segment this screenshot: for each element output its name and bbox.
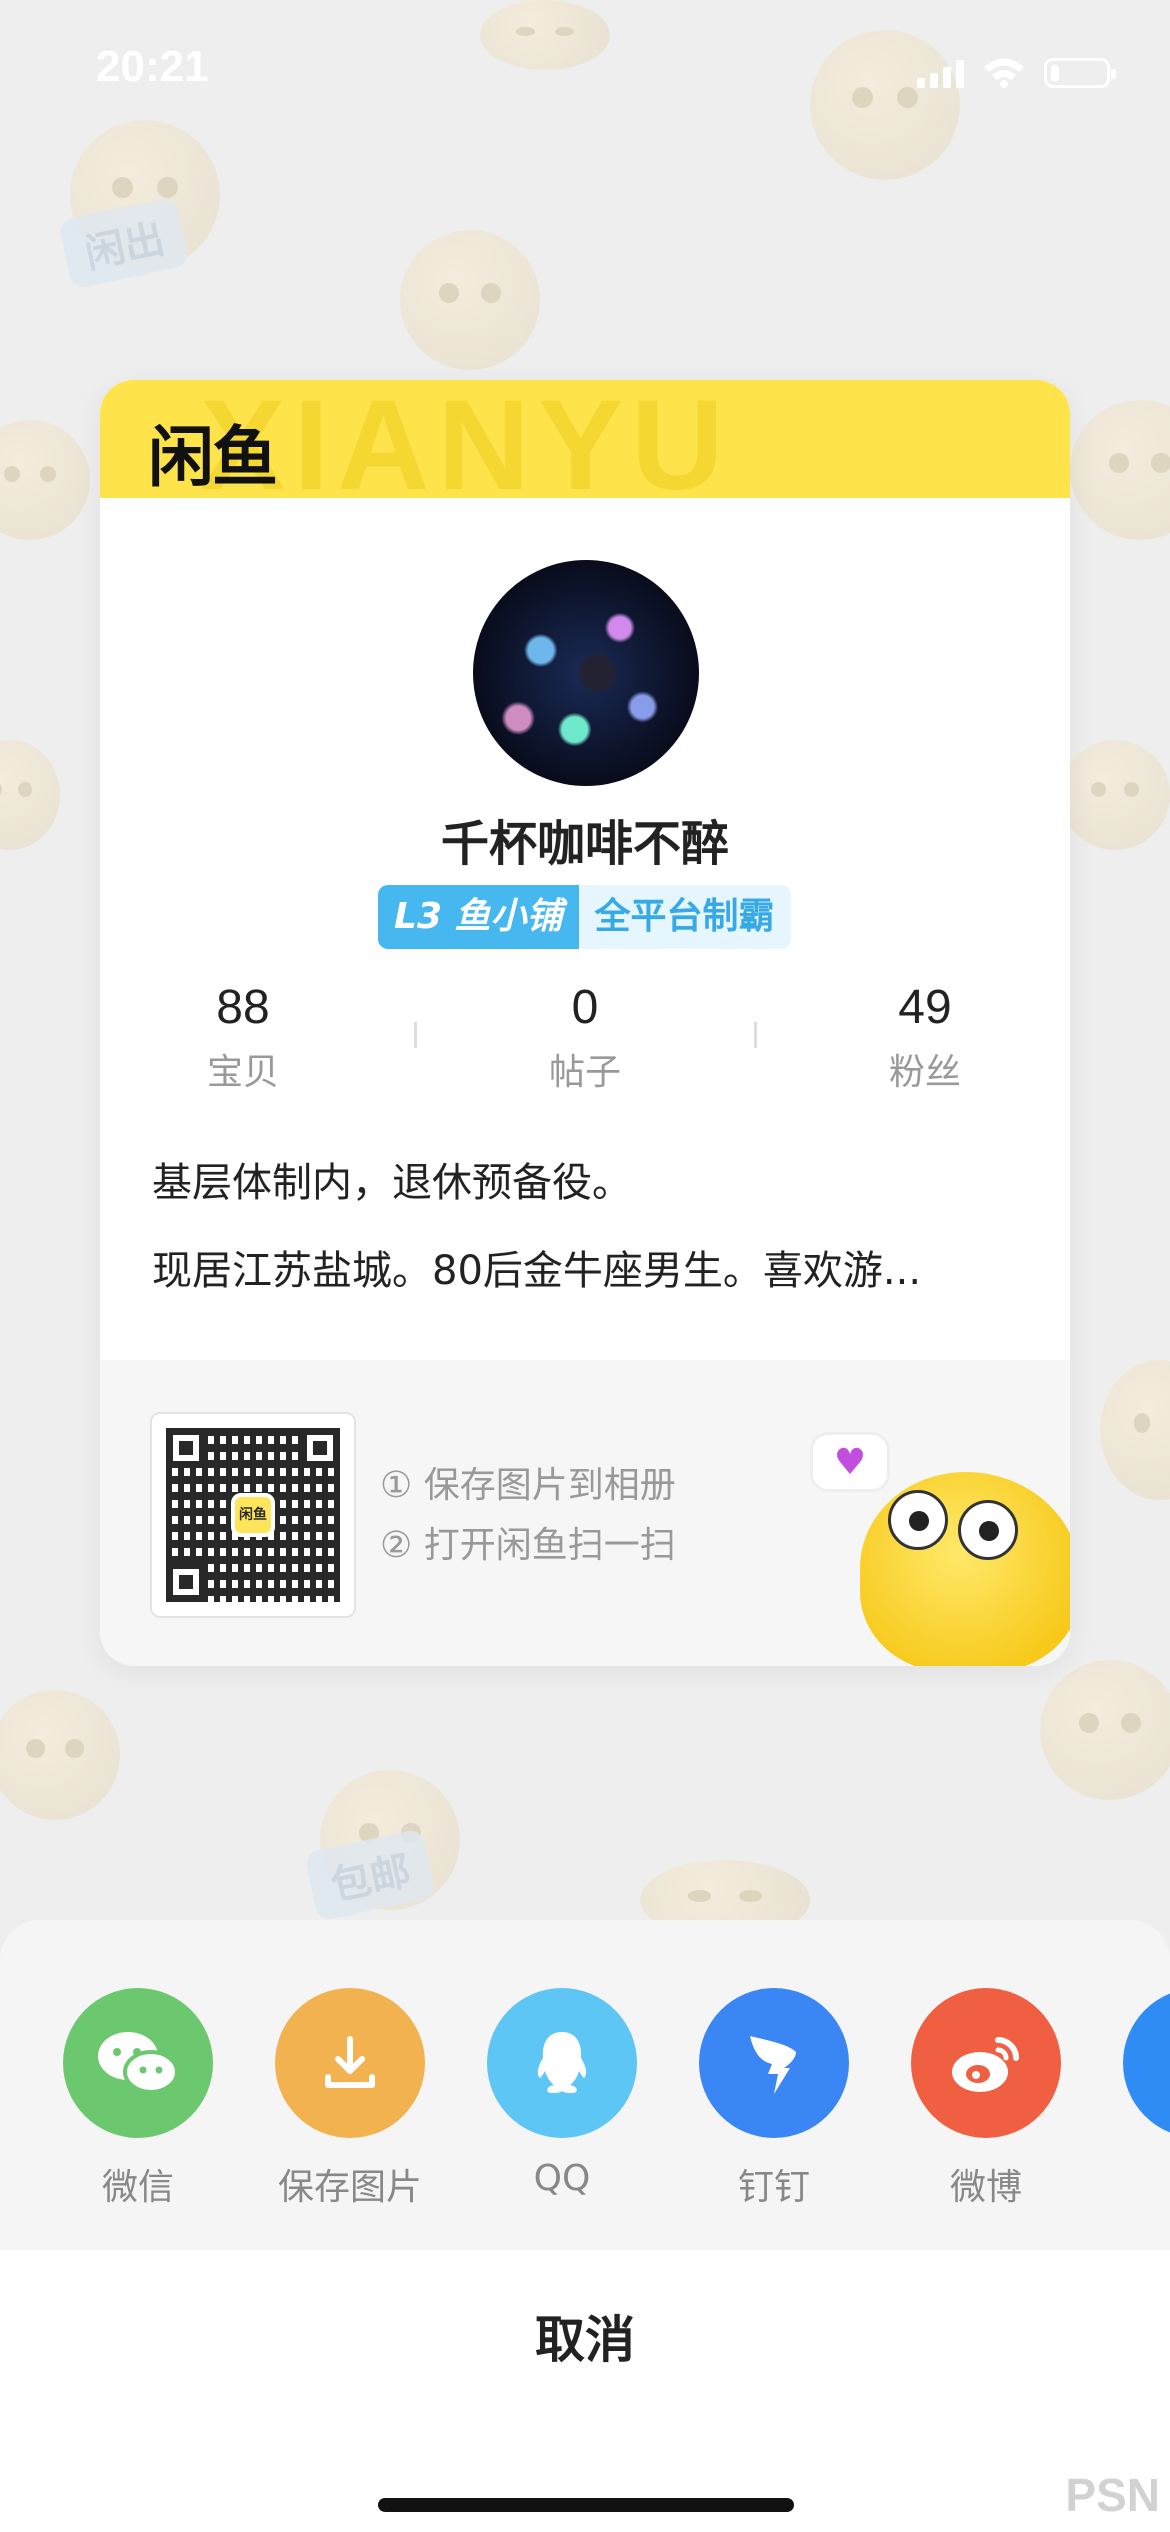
badge-rank: 全平台制霸 <box>578 885 791 949</box>
qr-pattern: 闲鱼 <box>166 1428 340 1602</box>
qr-instruction: ② 打开闲鱼扫一扫 <box>380 1525 676 1566</box>
emoji-sticker <box>1100 1360 1170 1500</box>
qr-section: 闲鱼 ① 保存图片到相册 ② 打开闲鱼扫一扫 ♥ <box>100 1360 1070 1666</box>
heart-icon: ♥ <box>833 1442 867 1483</box>
stat-divider <box>754 1022 757 1048</box>
download-glyph <box>325 2036 375 2088</box>
emoji-sticker <box>0 420 90 540</box>
stat-posts: 0 帖子 <box>475 980 695 1095</box>
emoji-sticker <box>1040 1660 1170 1800</box>
stat-items: 88 宝贝 <box>133 980 353 1095</box>
qr-finder <box>166 1562 206 1602</box>
stat-divider <box>414 1022 417 1048</box>
heart-bubble: ♥ <box>810 1432 890 1492</box>
alipay-icon <box>1123 1988 1170 2138</box>
qq-glyph <box>537 2032 587 2094</box>
qr-finder <box>300 1428 340 1468</box>
username: 千杯咖啡不醉 <box>440 816 729 872</box>
emoji-sticker <box>1060 740 1170 850</box>
cancel-area: 取消 PSN <box>0 2250 1170 2532</box>
profile-share-card: XIANYU 闲鱼 千杯咖啡不醉 L3 鱼小铺 全平台制霸 88 宝贝 0 帖子… <box>100 380 1070 1666</box>
share-alipay-button[interactable]: 支 <box>1108 1988 1170 2210</box>
stat-value: 88 <box>216 981 270 1034</box>
share-wechat-button[interactable]: 微信 <box>48 1988 228 2210</box>
share-save-image-button[interactable]: 保存图片 <box>260 1988 440 2210</box>
wifi-icon <box>984 58 1024 88</box>
qr-finder <box>166 1428 206 1468</box>
mascot-eye <box>958 1500 1018 1560</box>
stat-label: 宝贝 <box>206 1052 279 1093</box>
dingtalk-icon <box>699 1988 849 2138</box>
home-indicator[interactable] <box>378 2498 794 2512</box>
emoji-sticker <box>1070 400 1170 540</box>
share-qq-button[interactable]: QQ <box>472 1988 652 2199</box>
wechat-glyph <box>98 2032 179 2094</box>
cellular-signal-icon <box>917 60 964 88</box>
battery-icon <box>1044 58 1116 88</box>
share-sheet: 微信 保存图片 QQ 钉钉 微博 取消 PSN <box>0 1920 1170 2532</box>
share-label: 钉钉 <box>737 2167 810 2208</box>
site-watermark: PSN <box>1065 2469 1160 2521</box>
share-label: QQ <box>533 2158 591 2199</box>
stat-value: 49 <box>898 981 952 1034</box>
qr-instruction: ① 保存图片到相册 <box>380 1465 676 1506</box>
share-label: 微信 <box>101 2167 174 2208</box>
bio-line: 现居江苏盐城。80后金牛座男生。喜欢游... <box>152 1248 922 1294</box>
status-time: 20:21 <box>96 42 209 91</box>
emoji-sticker <box>0 740 60 850</box>
bio-line: 基层体制内，退休预备役。 <box>152 1160 632 1206</box>
status-icons <box>917 56 1116 88</box>
mascot-eye <box>888 1490 948 1550</box>
badge-level: L3 鱼小铺 <box>378 885 579 949</box>
xianyu-logo: 闲鱼 <box>148 419 278 496</box>
mascot-body <box>860 1472 1070 1666</box>
stats-row: 88 宝贝 0 帖子 49 粉丝 <box>100 980 1070 1093</box>
download-icon <box>275 1988 425 2138</box>
share-dingtalk-button[interactable]: 钉钉 <box>684 1988 864 2210</box>
share-label: 支 <box>1108 2158 1170 2210</box>
card-header: XIANYU 闲鱼 <box>100 380 1070 517</box>
qr-center-logo: 闲鱼 <box>231 1493 275 1537</box>
stat-value: 0 <box>571 981 599 1034</box>
dingtalk-glyph <box>750 2036 796 2094</box>
wechat-icon <box>63 1988 213 2138</box>
stat-fans: 49 粉丝 <box>815 980 1035 1095</box>
qr-code: 闲鱼 <box>150 1412 356 1618</box>
emoji-sticker <box>400 230 540 370</box>
share-label: 保存图片 <box>277 2167 422 2208</box>
stat-label: 帖子 <box>548 1052 621 1093</box>
header-watermark: XIANYU <box>200 380 732 517</box>
shop-level-badge: L3 鱼小铺 全平台制霸 <box>378 885 791 949</box>
share-targets-row: 微信 保存图片 QQ 钉钉 微博 <box>0 1988 1170 2218</box>
fish-mascot-image: ♥ <box>780 1432 1070 1666</box>
stat-label: 粉丝 <box>888 1052 961 1093</box>
weibo-icon <box>911 1988 1061 2138</box>
emoji-sticker <box>0 1690 120 1820</box>
cancel-button[interactable]: 取消 <box>0 2290 1170 2390</box>
status-bar: 20:21 <box>0 0 1170 140</box>
weibo-glyph <box>952 2037 1019 2092</box>
share-label: 微博 <box>949 2167 1022 2208</box>
share-weibo-button[interactable]: 微博 <box>896 1988 1076 2210</box>
avatar <box>473 560 699 786</box>
qq-icon <box>487 1988 637 2138</box>
